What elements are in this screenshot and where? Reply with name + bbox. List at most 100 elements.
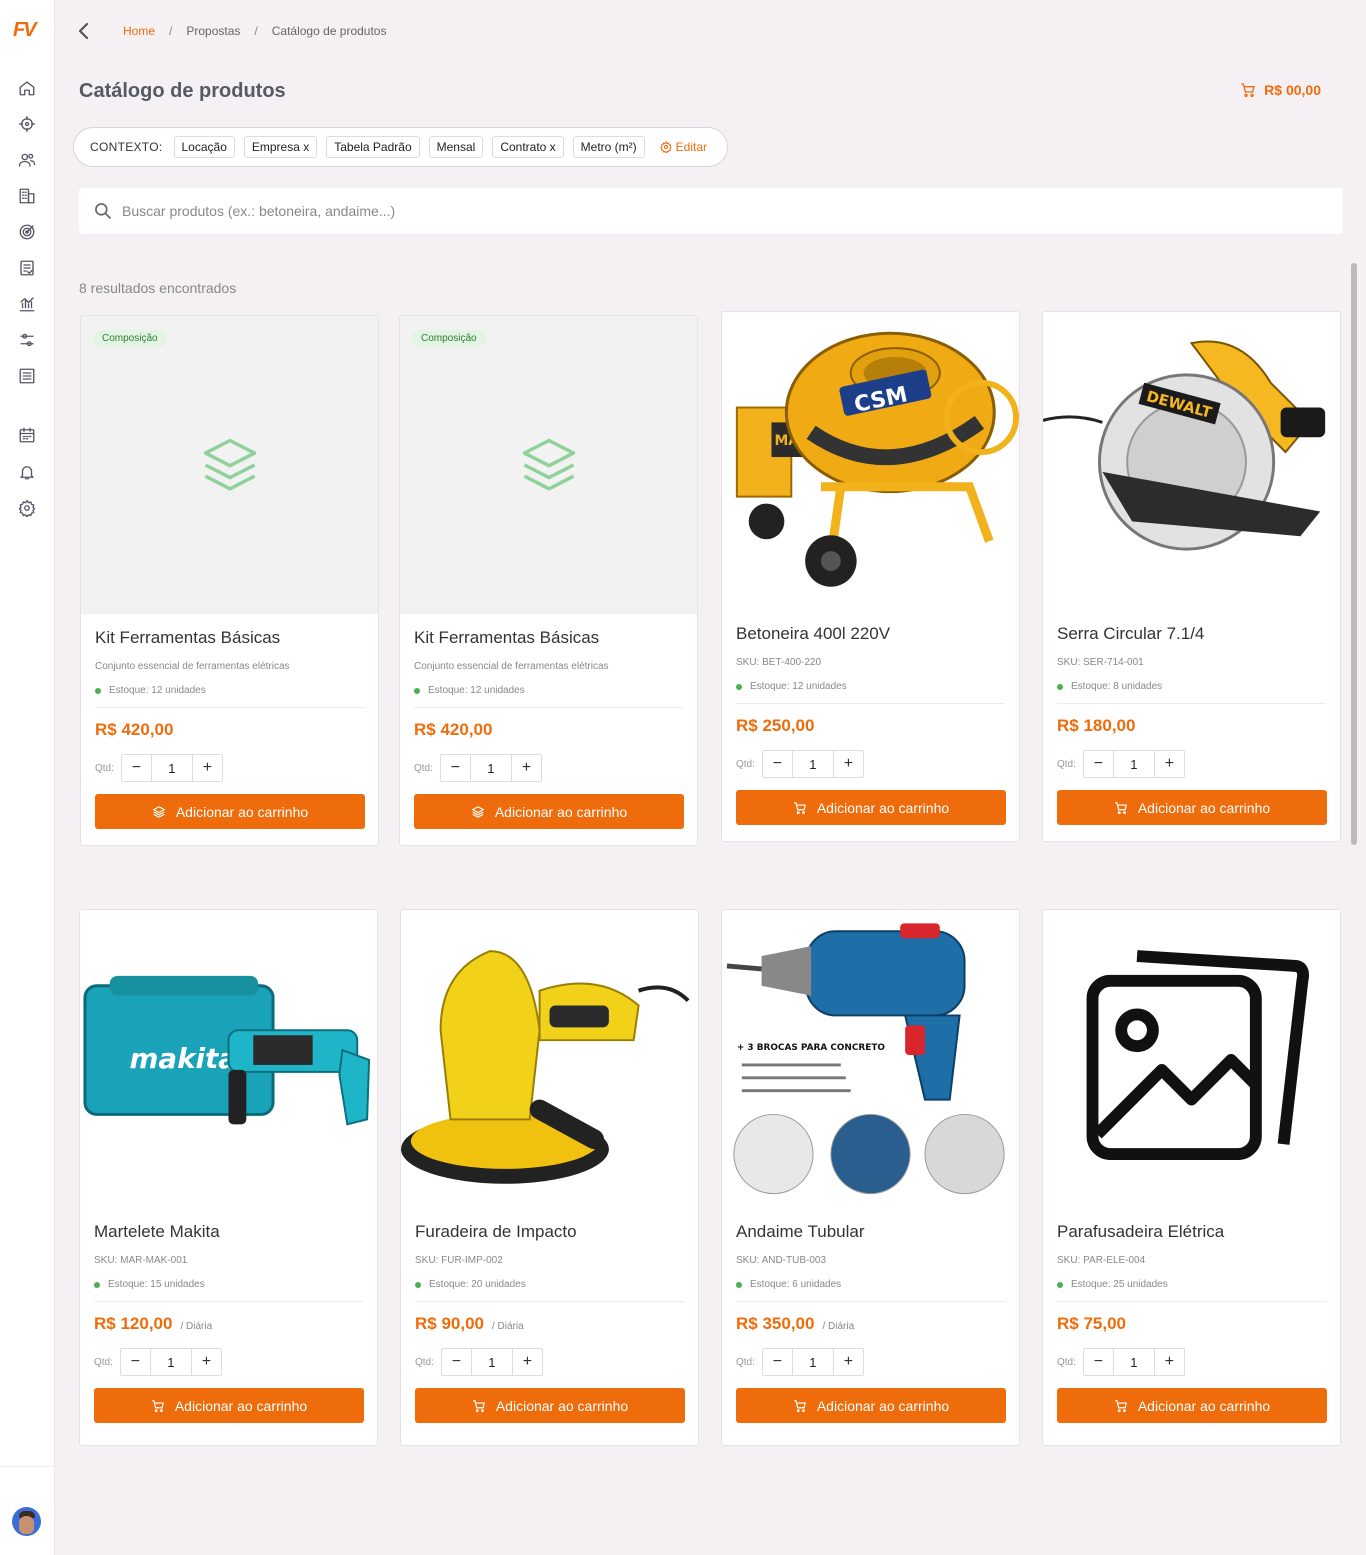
cart-icon: [473, 1399, 485, 1412]
product-image[interactable]: makita: [80, 910, 377, 1208]
add-to-cart-button[interactable]: Adicionar ao carrinho: [95, 794, 365, 829]
quantity-value[interactable]: 1: [1112, 1349, 1155, 1375]
quantity-value[interactable]: 1: [469, 755, 512, 781]
add-to-cart-button[interactable]: Adicionar ao carrinho: [1057, 1388, 1327, 1423]
context-edit-label: Editar: [675, 140, 708, 154]
stock-status-dot: [94, 1281, 100, 1288]
product-sku: Conjunto essencial de ferramentas elétri…: [414, 661, 609, 672]
product-name[interactable]: Andaime Tubular: [736, 1222, 1005, 1242]
quantity-value[interactable]: 1: [791, 751, 834, 777]
target-icon[interactable]: [16, 221, 38, 243]
context-chip-periodo[interactable]: Mensal: [428, 136, 484, 158]
product-card[interactable]: makita Martelete Makita SKU: MAR-MAK-001…: [79, 909, 378, 1446]
add-to-cart-button[interactable]: Adicionar ao carrinho: [1057, 790, 1327, 825]
users-icon[interactable]: [16, 149, 38, 171]
price-row: R$ 250,00: [736, 716, 1005, 736]
product-image[interactable]: [401, 910, 698, 1208]
product-card[interactable]: Composição Kit Ferramentas Básicas Conju…: [399, 315, 698, 846]
context-chip-locacao[interactable]: Locação: [173, 136, 235, 158]
product-name[interactable]: Martelete Makita: [94, 1222, 363, 1242]
add-to-cart-button[interactable]: Adicionar ao carrinho: [736, 790, 1006, 825]
increment-button[interactable]: +: [512, 755, 541, 781]
product-sku: SKU: FUR-IMP-002: [415, 1255, 503, 1266]
increment-button[interactable]: +: [192, 1349, 221, 1375]
bell-icon[interactable]: [16, 461, 38, 483]
context-chip-contrato[interactable]: Contrato x: [492, 136, 564, 158]
decrement-button[interactable]: −: [763, 751, 792, 777]
product-card[interactable]: + 3 BROCAS PARA CONCRETO Andaime Tubular…: [721, 909, 1020, 1446]
decrement-button[interactable]: −: [121, 1349, 150, 1375]
context-chip-empresa[interactable]: Empresa x: [243, 136, 318, 158]
context-chip-tabela[interactable]: Tabela Padrão: [326, 136, 420, 158]
crosshair-icon[interactable]: [16, 113, 38, 135]
product-name[interactable]: Furadeira de Impacto: [415, 1222, 684, 1242]
calendar-icon[interactable]: [16, 424, 38, 446]
increment-button[interactable]: +: [834, 1349, 863, 1375]
product-name[interactable]: Kit Ferramentas Básicas: [414, 628, 683, 648]
user-avatar[interactable]: [12, 1507, 41, 1536]
app-logo[interactable]: FV: [13, 19, 37, 42]
quantity-stepper: − 1 +: [1082, 1348, 1185, 1376]
building-icon[interactable]: [16, 185, 38, 207]
decrement-button[interactable]: −: [763, 1349, 792, 1375]
price-row: R$ 75,00: [1057, 1314, 1326, 1334]
quantity-value[interactable]: 1: [1112, 751, 1155, 777]
increment-button[interactable]: +: [1155, 751, 1184, 777]
decrement-button[interactable]: −: [1084, 751, 1113, 777]
product-image[interactable]: + 3 BROCAS PARA CONCRETO: [722, 910, 1019, 1208]
context-chip-unidade[interactable]: Metro (m²): [572, 136, 645, 158]
gear-icon[interactable]: [16, 497, 38, 519]
quantity-value[interactable]: 1: [791, 1349, 834, 1375]
quantity-value[interactable]: 1: [150, 755, 193, 781]
add-to-cart-button[interactable]: Adicionar ao carrinho: [414, 794, 684, 829]
scrollbar-thumb[interactable]: [1351, 263, 1357, 845]
quantity-value[interactable]: 1: [149, 1349, 192, 1375]
context-edit-button[interactable]: Editar: [659, 140, 708, 154]
document-check-icon[interactable]: [16, 257, 38, 279]
product-price: R$ 420,00: [414, 720, 493, 739]
product-card[interactable]: Composição Kit Ferramentas Básicas Conju…: [80, 315, 379, 846]
decrement-button[interactable]: −: [1084, 1349, 1113, 1375]
product-image[interactable]: [1043, 910, 1340, 1208]
product-photo: MAXCSM: [722, 312, 1019, 610]
quantity-value[interactable]: 1: [470, 1349, 513, 1375]
increment-button[interactable]: +: [834, 751, 863, 777]
product-name[interactable]: Parafusadeira Elétrica: [1057, 1222, 1326, 1242]
increment-button[interactable]: +: [193, 755, 222, 781]
quantity-label: Qtd:: [94, 1356, 113, 1368]
increment-button[interactable]: +: [513, 1349, 542, 1375]
chart-icon[interactable]: [16, 293, 38, 315]
product-card[interactable]: Furadeira de Impacto SKU: FUR-IMP-002 Es…: [400, 909, 699, 1446]
quantity-label: Qtd:: [736, 758, 755, 770]
back-button[interactable]: [76, 22, 92, 40]
price-row: R$ 420,00: [414, 720, 683, 740]
add-to-cart-button[interactable]: Adicionar ao carrinho: [94, 1388, 364, 1423]
product-name[interactable]: Betoneira 400l 220V: [736, 624, 1005, 644]
cart-total-value: R$ 00,00: [1264, 82, 1321, 98]
product-sku: SKU: PAR-ELE-004: [1057, 1255, 1146, 1266]
product-card[interactable]: MAXCSM Betoneira 400l 220V SKU: BET-400-…: [721, 311, 1020, 842]
product-image[interactable]: MAXCSM: [722, 312, 1019, 610]
product-image[interactable]: Composição: [400, 316, 697, 614]
product-name[interactable]: Serra Circular 7.1/4: [1057, 624, 1326, 644]
sliders-icon[interactable]: [16, 329, 38, 351]
product-card[interactable]: Parafusadeira Elétrica SKU: PAR-ELE-004 …: [1042, 909, 1341, 1446]
product-card[interactable]: DEWALT Serra Circular 7.1/4 SKU: SER-714…: [1042, 311, 1341, 842]
list-icon[interactable]: [16, 365, 38, 387]
decrement-button[interactable]: −: [442, 1349, 471, 1375]
add-to-cart-button[interactable]: Adicionar ao carrinho: [736, 1388, 1006, 1423]
product-name[interactable]: Kit Ferramentas Básicas: [95, 628, 364, 648]
cart-icon: [1115, 1399, 1127, 1412]
decrement-button[interactable]: −: [122, 755, 151, 781]
product-image[interactable]: DEWALT: [1043, 312, 1340, 610]
home-icon[interactable]: [16, 77, 38, 99]
increment-button[interactable]: +: [1155, 1349, 1184, 1375]
product-image[interactable]: Composição: [81, 316, 378, 614]
search-input[interactable]: [122, 203, 1222, 219]
cart-total-button[interactable]: R$ 00,00: [1240, 82, 1321, 98]
breadcrumb-home[interactable]: Home: [123, 24, 155, 38]
add-to-cart-button[interactable]: Adicionar ao carrinho: [415, 1388, 685, 1423]
price-unit: / Diária: [822, 1321, 855, 1332]
decrement-button[interactable]: −: [441, 755, 470, 781]
breadcrumb-propostas[interactable]: Propostas: [186, 24, 240, 38]
